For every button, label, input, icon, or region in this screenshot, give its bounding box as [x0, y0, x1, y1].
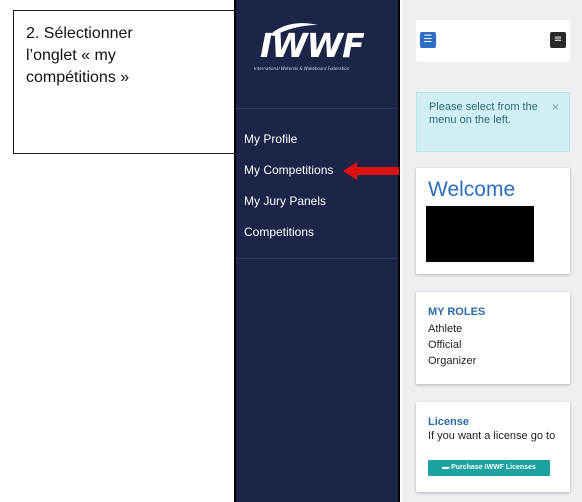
purchase-licenses-label: Purchase IWWF Licenses — [451, 464, 536, 471]
sidebar-item-my-jury-panels[interactable]: My Jury Panels — [244, 194, 326, 208]
sidebar-divider — [236, 258, 398, 259]
credit-card-icon: ▬ — [442, 464, 450, 471]
logo-subtitle: International Waterski & Wakeboard Feder… — [254, 66, 350, 71]
role-item: Athlete — [428, 323, 463, 335]
sidebar-divider — [236, 108, 398, 109]
purchase-licenses-button[interactable]: ▬ Purchase IWWF Licenses — [428, 460, 550, 476]
iwwf-logo[interactable]: IWWF International Waterski & Wakeboard … — [254, 18, 384, 80]
sidebar-item-my-profile[interactable]: My Profile — [244, 132, 297, 146]
callout-line: 2. Sélectionner — [26, 25, 133, 42]
alert-message: Please select from the menu on the left. — [429, 101, 538, 126]
welcome-card: Welcome — [416, 168, 570, 274]
logo-wordmark: IWWF — [260, 26, 365, 65]
sidebar: IWWF International Waterski & Wakeboard … — [234, 0, 400, 502]
license-card: License If you want a license go to ▬ Pu… — [416, 402, 570, 492]
callout-line: l’onglet « my — [26, 47, 116, 64]
info-alert: Please select from the menu on the left.… — [416, 92, 570, 152]
close-icon[interactable]: × — [552, 101, 559, 114]
roles-card: MY ROLES Athlete Official Organizer — [416, 292, 570, 384]
callout-line: compétitions » — [26, 69, 130, 86]
roles-title: MY ROLES — [428, 306, 486, 318]
sidebar-item-my-competitions[interactable]: My Competitions — [244, 163, 333, 177]
top-bar: ☰ ≡ — [416, 20, 570, 62]
sidebar-toggle-button[interactable]: ☰ — [420, 32, 436, 48]
sidebar-item-competitions[interactable]: Competitions — [244, 225, 314, 239]
role-item: Organizer — [428, 355, 477, 367]
redacted-user-name — [426, 206, 534, 262]
role-item: Official — [428, 339, 462, 351]
menu-button[interactable]: ≡ — [550, 32, 566, 48]
welcome-title: Welcome — [428, 178, 516, 201]
red-arrow-icon — [343, 162, 399, 180]
license-text: If you want a license go to — [428, 430, 556, 442]
align-left-icon: ☰ — [423, 34, 433, 45]
main-content: ☰ ≡ Please select from the menu on the l… — [402, 0, 582, 502]
hamburger-icon: ≡ — [553, 34, 563, 45]
license-title: License — [428, 416, 469, 428]
